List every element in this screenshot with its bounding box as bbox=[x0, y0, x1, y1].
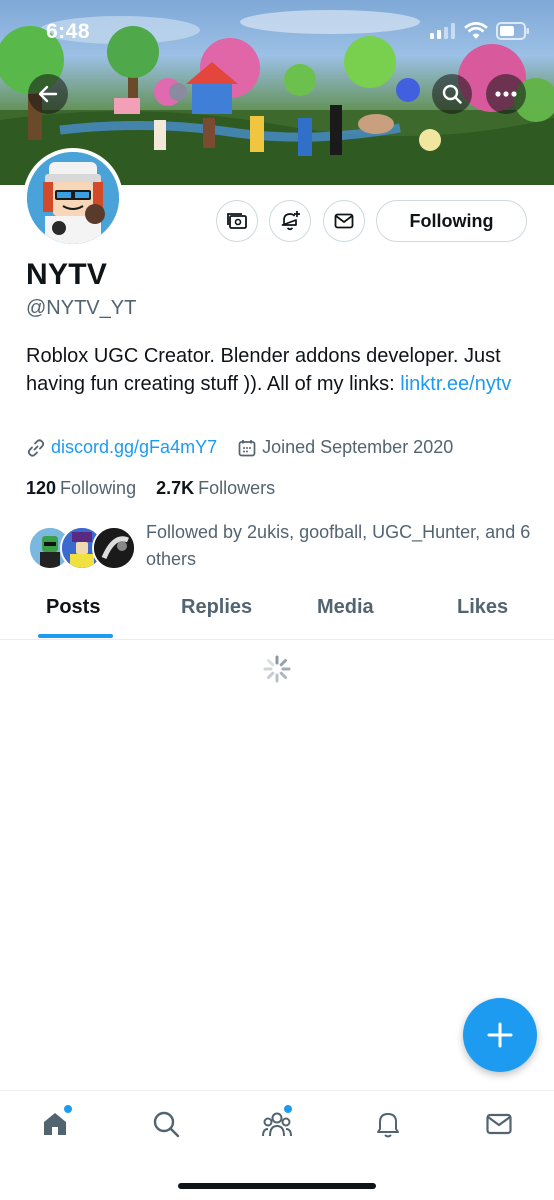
envelope-icon bbox=[486, 1113, 512, 1135]
home-unread-dot bbox=[64, 1105, 72, 1113]
following-count-link[interactable]: 120 Following bbox=[26, 478, 136, 499]
compose-button[interactable] bbox=[463, 998, 537, 1072]
nav-communities[interactable] bbox=[260, 1105, 294, 1141]
following-label: Following bbox=[60, 478, 137, 498]
wifi-icon bbox=[464, 22, 488, 39]
message-button[interactable] bbox=[323, 200, 365, 242]
joined-item: Joined September 2020 bbox=[237, 437, 453, 458]
nav-search[interactable] bbox=[149, 1107, 183, 1141]
plus-icon bbox=[487, 1022, 513, 1048]
nav-home[interactable] bbox=[38, 1105, 72, 1141]
followers-count-link[interactable]: 2.7K Followers bbox=[156, 478, 275, 499]
joined-date: Joined September 2020 bbox=[262, 437, 454, 457]
home-indicator bbox=[178, 1183, 376, 1189]
communities-unread-dot bbox=[284, 1105, 292, 1113]
notifications-button[interactable] bbox=[269, 200, 311, 242]
followed-by-text[interactable]: Followed by 2ukis, goofball, UGC_Hunter,… bbox=[146, 519, 536, 573]
tab-posts[interactable]: Posts bbox=[46, 596, 100, 619]
status-icons bbox=[430, 22, 530, 40]
subscription-button[interactable] bbox=[216, 200, 258, 242]
display-name: NYTV bbox=[26, 258, 108, 291]
follower-avatar bbox=[92, 526, 136, 570]
subscription-icon bbox=[227, 213, 247, 229]
more-icon bbox=[495, 91, 517, 97]
followed-by-avatars[interactable] bbox=[28, 526, 138, 572]
loading-spinner-icon bbox=[263, 655, 291, 683]
home-icon bbox=[44, 1113, 66, 1135]
tab-replies[interactable]: Replies bbox=[181, 596, 252, 619]
search-icon bbox=[153, 1111, 180, 1138]
followers-label: Followers bbox=[198, 478, 276, 498]
bell-icon bbox=[377, 1113, 399, 1138]
signal-icon bbox=[430, 23, 455, 39]
website-link[interactable]: discord.gg/gFa4mY7 bbox=[51, 437, 217, 458]
communities-icon bbox=[262, 1112, 292, 1137]
battery-icon bbox=[496, 22, 529, 40]
envelope-icon bbox=[334, 213, 354, 229]
following-count: 120 bbox=[26, 478, 57, 498]
back-arrow-icon bbox=[38, 85, 58, 103]
profile-tabs: Posts Replies Media Likes bbox=[0, 588, 554, 640]
status-time: 6:48 bbox=[46, 20, 91, 43]
nav-notifications[interactable] bbox=[371, 1107, 405, 1141]
search-button[interactable] bbox=[432, 74, 472, 114]
notification-bell-plus-icon bbox=[281, 211, 300, 231]
nav-messages[interactable] bbox=[482, 1107, 516, 1141]
user-handle: @NYTV_YT bbox=[26, 297, 137, 319]
link-icon bbox=[27, 438, 45, 457]
website-item[interactable]: discord.gg/gFa4mY7 bbox=[26, 437, 217, 458]
tab-likes[interactable]: Likes bbox=[457, 596, 508, 619]
back-button[interactable] bbox=[28, 74, 68, 114]
tab-media[interactable]: Media bbox=[317, 596, 374, 619]
bio-link[interactable]: linktr.ee/nytv bbox=[400, 373, 511, 395]
status-bar: 6:48 bbox=[0, 0, 554, 60]
active-tab-indicator bbox=[38, 634, 113, 638]
followers-count: 2.7K bbox=[156, 478, 195, 498]
following-button[interactable]: Following bbox=[376, 200, 527, 242]
search-icon bbox=[442, 84, 462, 104]
more-options-button[interactable] bbox=[486, 74, 526, 114]
follow-counts: 120 Following 2.7K Followers bbox=[26, 478, 275, 499]
profile-meta: discord.gg/gFa4mY7 Joined September 2020 bbox=[26, 437, 473, 458]
profile-bio: Roblox UGC Creator. Blender addons devel… bbox=[26, 342, 536, 398]
calendar-icon bbox=[238, 439, 256, 456]
profile-avatar[interactable] bbox=[23, 148, 123, 248]
